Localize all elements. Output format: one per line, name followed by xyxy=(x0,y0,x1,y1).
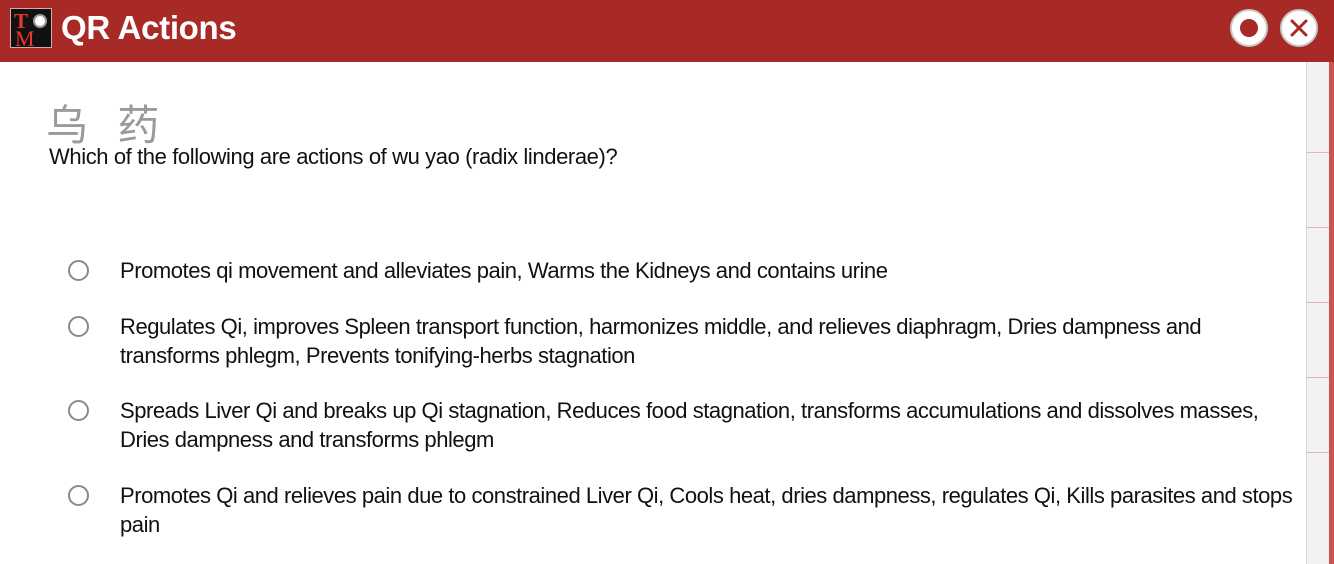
radio-button[interactable] xyxy=(68,260,89,281)
radio-button[interactable] xyxy=(68,400,89,421)
radio-button[interactable] xyxy=(68,485,89,506)
background-window-edge xyxy=(1306,62,1334,564)
radio-button[interactable] xyxy=(68,316,89,337)
record-button[interactable] xyxy=(1230,9,1268,47)
answer-option-label: Spreads Liver Qi and breaks up Qi stagna… xyxy=(120,398,1259,452)
answer-list: Promotes qi movement and alleviates pain… xyxy=(0,200,1306,564)
tcm-tests-logo-icon: T M xyxy=(10,8,52,48)
question-header xyxy=(0,62,1306,201)
answer-option-label: Promotes qi movement and alleviates pain… xyxy=(120,258,888,283)
title-bar: T M QR Actions xyxy=(0,0,1334,62)
answer-option-label: Regulates Qi, improves Spleen transport … xyxy=(120,314,1202,368)
record-icon xyxy=(1240,19,1258,37)
close-button[interactable] xyxy=(1280,9,1318,47)
window-title: QR Actions xyxy=(61,9,237,46)
answer-option-label: Promotes Qi and relieves pain due to con… xyxy=(120,483,1293,537)
close-icon xyxy=(1290,19,1308,37)
question-text: Which of the following are actions of wu… xyxy=(49,144,618,169)
